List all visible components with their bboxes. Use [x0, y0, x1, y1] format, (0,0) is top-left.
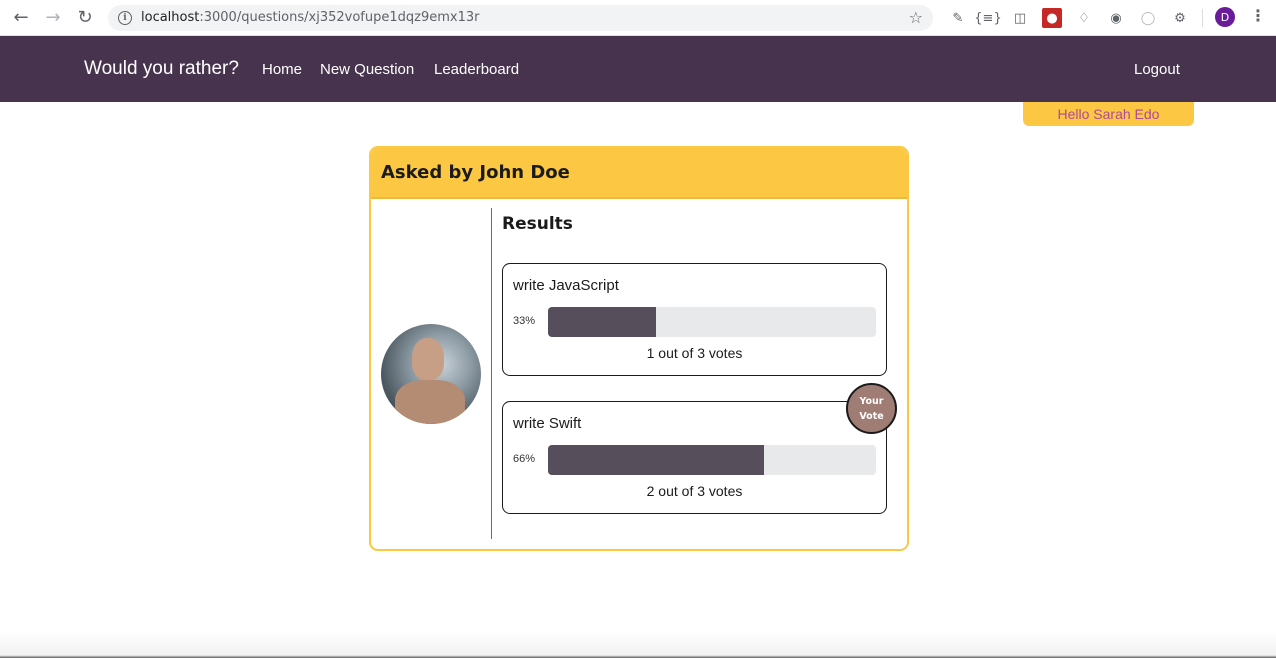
reload-icon[interactable]: ↻: [74, 7, 96, 29]
option-text: write Swift: [513, 415, 582, 432]
option-text: write JavaScript: [513, 277, 619, 294]
percent-label: 66%: [513, 453, 536, 465]
result-option: write Swift 66% 2 out of 3 votes: [502, 401, 887, 514]
votes-count: 1 out of 3 votes: [646, 345, 743, 361]
logout-link[interactable]: Logout: [1134, 61, 1180, 78]
bookmark-star-icon[interactable]: ☆: [909, 8, 923, 27]
page-bottom-shadow: [0, 630, 1276, 658]
progress-track: [548, 445, 876, 475]
result-option: write JavaScript 33% 1 out of 3 votes: [502, 263, 887, 376]
progress-fill: [548, 307, 657, 337]
progress-track: [548, 307, 876, 337]
json-extension-icon[interactable]: {≡}: [974, 8, 1001, 28]
camera-extension-icon[interactable]: ◉: [1106, 8, 1126, 28]
card-header: Asked by John Doe: [371, 148, 907, 199]
debugger-extension-icon[interactable]: ●: [1042, 8, 1062, 28]
back-arrow-icon[interactable]: ←: [10, 7, 32, 29]
greeting-badge: Hello Sarah Edo: [1023, 102, 1194, 126]
gear-extension-icon[interactable]: ⚙: [1170, 8, 1190, 28]
info-icon[interactable]: i: [118, 11, 132, 25]
profile-avatar[interactable]: D: [1215, 7, 1235, 27]
asked-by-title: Asked by John Doe: [381, 162, 570, 183]
circle-extension-icon[interactable]: ◯: [1138, 8, 1158, 28]
author-avatar: [381, 324, 481, 424]
avatar-body-shape: [395, 380, 465, 424]
votes-count: 2 out of 3 votes: [646, 483, 743, 499]
nav-home-link[interactable]: Home: [262, 61, 302, 78]
results-heading: Results: [502, 214, 573, 234]
eyedropper-extension-icon[interactable]: ✎: [948, 8, 968, 28]
app-navbar: Would you rather? Home New Question Lead…: [0, 36, 1276, 102]
forward-arrow-icon[interactable]: →: [42, 7, 64, 29]
browser-toolbar: ← → ↻ i localhost:3000/questions/xj352vo…: [0, 0, 1276, 36]
url-text[interactable]: localhost:3000/questions/xj352vofupe1dqz…: [141, 10, 479, 25]
address-bar[interactable]: i localhost:3000/questions/xj352vofupe1d…: [108, 5, 933, 31]
avatar-head-shape: [412, 338, 444, 380]
question-card: Asked by John Doe Results write JavaScri…: [369, 146, 909, 551]
vertical-divider: [491, 208, 492, 539]
cake-extension-icon[interactable]: ♢: [1074, 8, 1094, 28]
menu-dots-icon[interactable]: ⋮: [1250, 6, 1266, 25]
nav-new-question-link[interactable]: New Question: [320, 61, 414, 78]
cart-extension-icon[interactable]: ◫: [1010, 8, 1030, 28]
percent-label: 33%: [513, 315, 536, 327]
toolbar-divider: [1202, 9, 1203, 27]
nav-leaderboard-link[interactable]: Leaderboard: [434, 61, 519, 78]
brand-title[interactable]: Would you rather?: [84, 58, 239, 80]
progress-fill: [548, 445, 765, 475]
your-vote-badge: Your Vote: [846, 383, 897, 434]
